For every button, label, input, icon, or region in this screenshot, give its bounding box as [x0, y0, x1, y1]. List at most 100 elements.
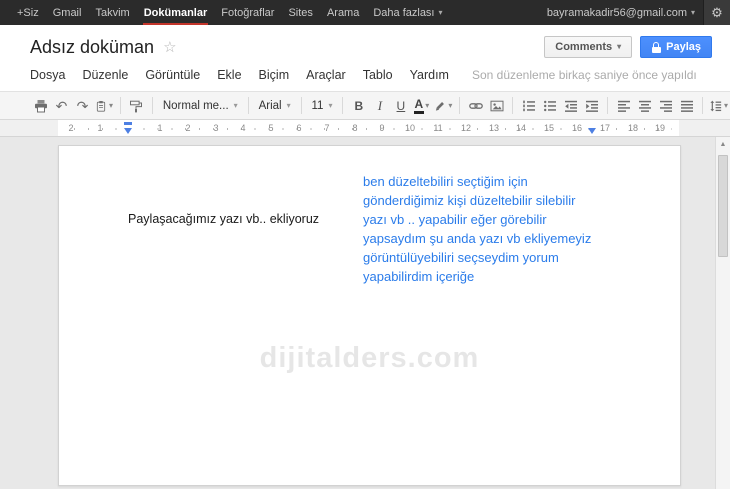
- font-family-selector[interactable]: Arial ▾: [254, 100, 296, 112]
- account-email: bayramakadir56@gmail.com: [546, 6, 687, 19]
- settings-gear-button[interactable]: ⚙: [703, 0, 730, 25]
- indent-button[interactable]: [582, 95, 601, 116]
- toolbar-separator: [702, 97, 704, 114]
- clipboard-icon: [96, 100, 106, 112]
- ruler-number: 13: [488, 123, 500, 133]
- topbar-more-menu[interactable]: Daha fazlası ▾: [366, 0, 449, 25]
- undo-button[interactable]: ↶: [52, 95, 71, 116]
- link-icon: [468, 102, 483, 109]
- outdent-button[interactable]: [561, 95, 580, 116]
- font-size-selector[interactable]: 11 ▾: [307, 100, 338, 112]
- scroll-up-button[interactable]: ▲: [716, 137, 730, 152]
- web-clipboard-button[interactable]: ▾: [94, 95, 114, 116]
- align-left-button[interactable]: [614, 95, 633, 116]
- numbered-list-button[interactable]: [519, 95, 538, 116]
- paint-format-button[interactable]: [127, 95, 146, 116]
- document-title[interactable]: Adsız doküman: [30, 37, 154, 58]
- insert-link-button[interactable]: [466, 95, 485, 116]
- underline-icon: U: [396, 98, 406, 113]
- document-blue-text: ben düzeltebiliri seçtiğim için gönderdi…: [363, 174, 592, 284]
- topbar-link-calendar[interactable]: Takvim: [88, 0, 136, 25]
- bullet-list-button[interactable]: [540, 95, 559, 116]
- align-right-button[interactable]: [656, 95, 675, 116]
- topbar-link-documents[interactable]: Dokümanlar: [137, 0, 215, 25]
- ruler-number: 9: [379, 123, 385, 133]
- ruler-number: 11: [433, 123, 443, 133]
- align-right-icon: [659, 100, 672, 112]
- align-justify-icon: [680, 100, 693, 112]
- menu-file[interactable]: Dosya: [30, 68, 65, 82]
- left-indent-marker[interactable]: [124, 128, 132, 134]
- line-spacing-icon: [710, 100, 722, 111]
- toolbar-separator: [120, 97, 121, 114]
- first-line-indent-marker[interactable]: [124, 122, 132, 125]
- italic-icon: I: [377, 97, 383, 113]
- vertical-scrollbar[interactable]: ▲: [715, 137, 730, 489]
- highlight-color-button[interactable]: ▾: [433, 95, 453, 116]
- menu-insert[interactable]: Ekle: [217, 68, 241, 82]
- lock-icon: [651, 41, 661, 53]
- menu-edit[interactable]: Düzenle: [82, 68, 128, 82]
- star-icon[interactable]: ☆: [163, 38, 176, 56]
- ruler-number: 6: [296, 123, 302, 133]
- google-bar-right: bayramakadir56@gmail.com ▾ ⚙: [539, 0, 730, 25]
- align-center-button[interactable]: [635, 95, 654, 116]
- toolbar-separator: [342, 97, 344, 114]
- google-bar: +Siz Gmail Takvim Dokümanlar Fotoğraflar…: [0, 0, 730, 25]
- ruler: 2 1 1 2 3 4 5 6 7 8 9 10 11 12 13 14 15 …: [0, 120, 730, 137]
- ruler-number: 1: [157, 123, 163, 133]
- line-spacing-button[interactable]: ▾: [709, 95, 729, 116]
- ruler-number: 12: [460, 123, 472, 133]
- share-button[interactable]: Paylaş: [640, 36, 712, 58]
- menu-view[interactable]: Görüntüle: [145, 68, 200, 82]
- ruler-number: 10: [404, 123, 416, 133]
- menu-format[interactable]: Biçim: [259, 68, 290, 82]
- google-bar-nav: +Siz Gmail Takvim Dokümanlar Fotoğraflar…: [0, 0, 450, 25]
- align-left-icon: [617, 100, 630, 112]
- underline-button[interactable]: U: [391, 95, 410, 116]
- chevron-down-icon: ▾: [233, 100, 238, 110]
- topbar-link-gmail[interactable]: Gmail: [46, 0, 89, 25]
- document-header: Adsız doküman ☆ Comments ▾ Paylaş Dosya …: [0, 25, 730, 91]
- account-menu[interactable]: bayramakadir56@gmail.com ▾: [539, 0, 703, 25]
- topbar-link-search[interactable]: Arama: [320, 0, 366, 25]
- toolbar-separator: [607, 97, 609, 114]
- topbar-link-plus-you[interactable]: +Siz: [10, 0, 46, 25]
- bold-button[interactable]: B: [349, 95, 368, 116]
- document-area: dijitalders.com Paylaşacağımız yazı vb..…: [0, 137, 730, 489]
- comments-button[interactable]: Comments ▾: [544, 36, 633, 58]
- google-docs-app: +Siz Gmail Takvim Dokümanlar Fotoğraflar…: [0, 0, 730, 489]
- scrollbar-thumb[interactable]: [718, 155, 728, 257]
- toolbar-separator: [512, 97, 514, 114]
- toolbar-separator: [459, 97, 461, 114]
- right-indent-marker[interactable]: [588, 128, 596, 134]
- ruler-number: 17: [599, 123, 611, 133]
- share-label: Paylaş: [666, 41, 701, 53]
- document-page[interactable]: dijitalders.com Paylaşacağımız yazı vb..…: [58, 145, 681, 486]
- print-icon: [34, 99, 47, 112]
- toolbar-separator: [300, 97, 302, 114]
- text-color-button[interactable]: A ▾: [412, 95, 431, 116]
- topbar-link-photos[interactable]: Fotoğraflar: [214, 0, 281, 25]
- italic-button[interactable]: I: [370, 95, 389, 116]
- text-color-icon: A: [413, 97, 424, 114]
- scroll-up-icon: ▲: [719, 141, 727, 148]
- print-button[interactable]: [31, 95, 50, 116]
- chevron-down-icon: ▾: [425, 100, 430, 110]
- bullet-list-icon: [543, 100, 556, 111]
- header-buttons: Comments ▾ Paylaş: [544, 36, 712, 58]
- ruler-number: 7: [324, 123, 330, 133]
- menu-help[interactable]: Yardım: [410, 68, 449, 82]
- insert-image-button[interactable]: [487, 95, 506, 116]
- paragraph-style-value: Normal me...: [162, 99, 229, 112]
- toolbar-separator: [247, 97, 249, 114]
- menu-tools[interactable]: Araçlar: [306, 68, 346, 82]
- paragraph-style-selector[interactable]: Normal me... ▾: [158, 100, 243, 112]
- ruler-number: 14: [515, 123, 527, 133]
- redo-button[interactable]: ↷: [73, 95, 92, 116]
- topbar-link-sites[interactable]: Sites: [281, 0, 319, 25]
- outdent-icon: [564, 100, 577, 112]
- bold-icon: B: [354, 98, 364, 113]
- align-justify-button[interactable]: [677, 95, 696, 116]
- menu-table[interactable]: Tablo: [363, 68, 393, 82]
